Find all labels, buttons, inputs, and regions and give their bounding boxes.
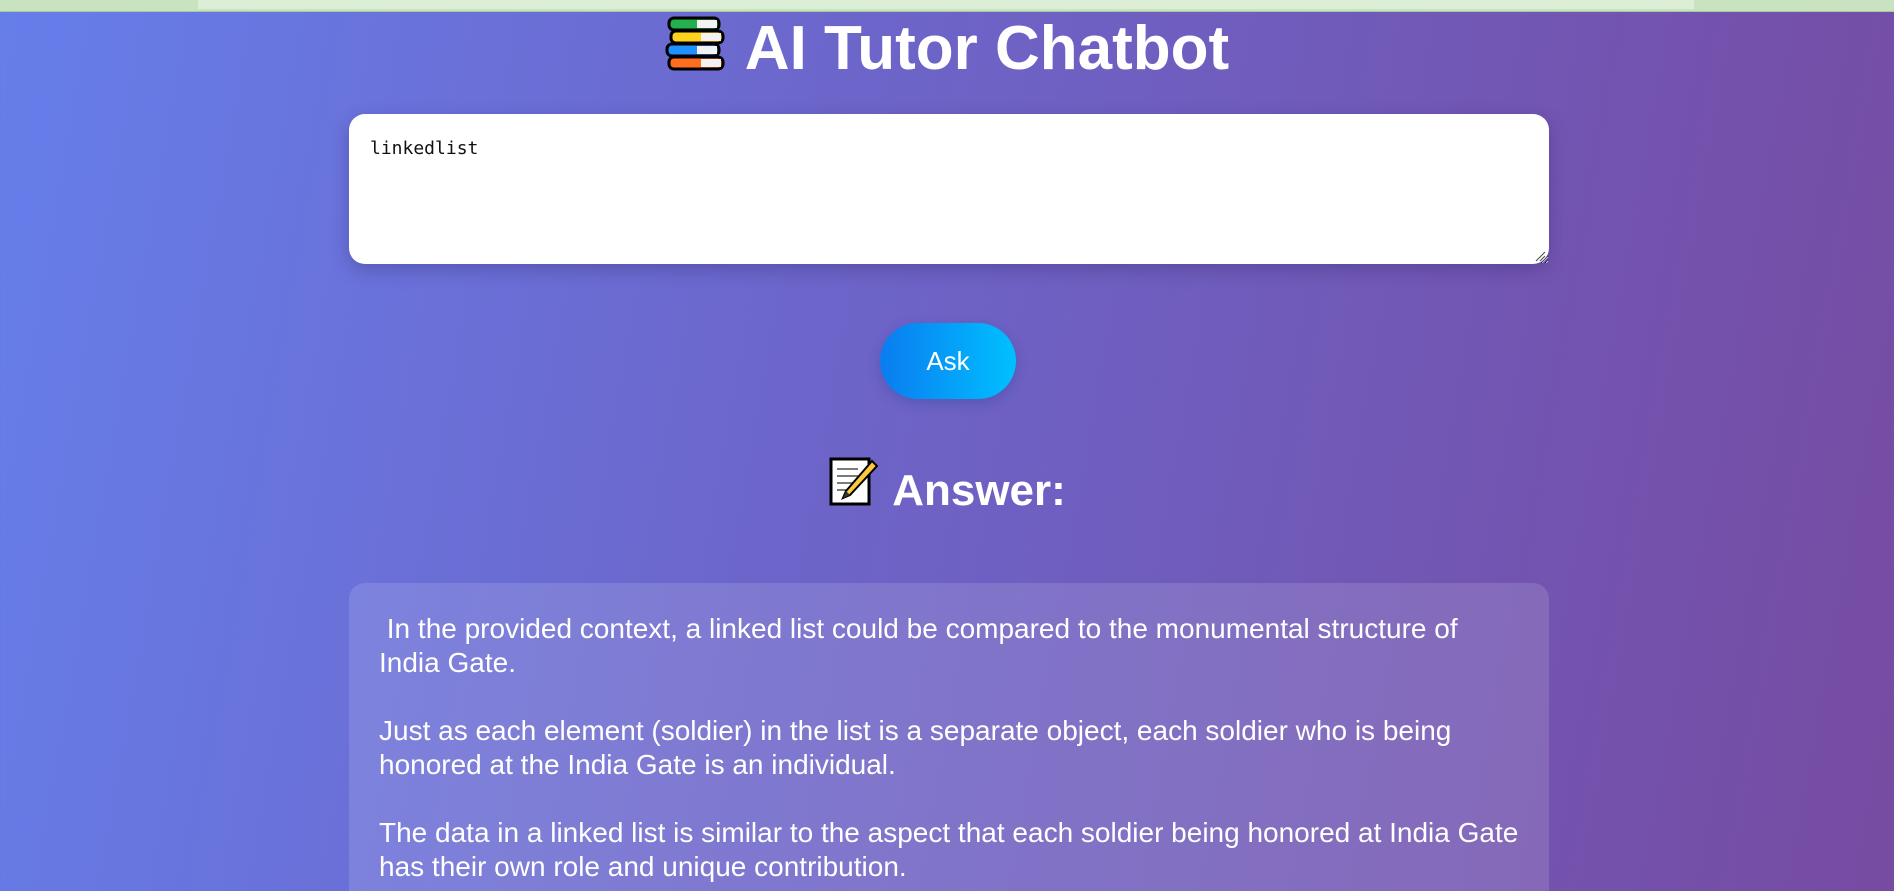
books-icon xyxy=(665,11,727,86)
question-input[interactable] xyxy=(349,114,1549,264)
answer-box: In the provided context, a linked list c… xyxy=(349,583,1549,891)
page-title-text: AI Tutor Chatbot xyxy=(744,14,1230,83)
ask-button[interactable]: Ask xyxy=(880,323,1016,399)
answer-paragraph: Just as each element (soldier) in the li… xyxy=(379,715,1452,780)
resize-grip-icon[interactable] xyxy=(1534,250,1546,262)
answer-paragraph: The data in a linked list is similar to … xyxy=(379,817,1519,882)
answer-heading: Answer: xyxy=(0,455,1894,526)
memo-icon xyxy=(828,455,879,526)
page-title: AI Tutor Chatbot xyxy=(0,14,1894,86)
browser-top-strip-inner xyxy=(198,0,1694,9)
answer-heading-text: Answer: xyxy=(892,466,1066,515)
browser-top-strip xyxy=(0,0,1894,12)
answer-paragraph: In the provided context, a linked list c… xyxy=(379,613,1458,678)
